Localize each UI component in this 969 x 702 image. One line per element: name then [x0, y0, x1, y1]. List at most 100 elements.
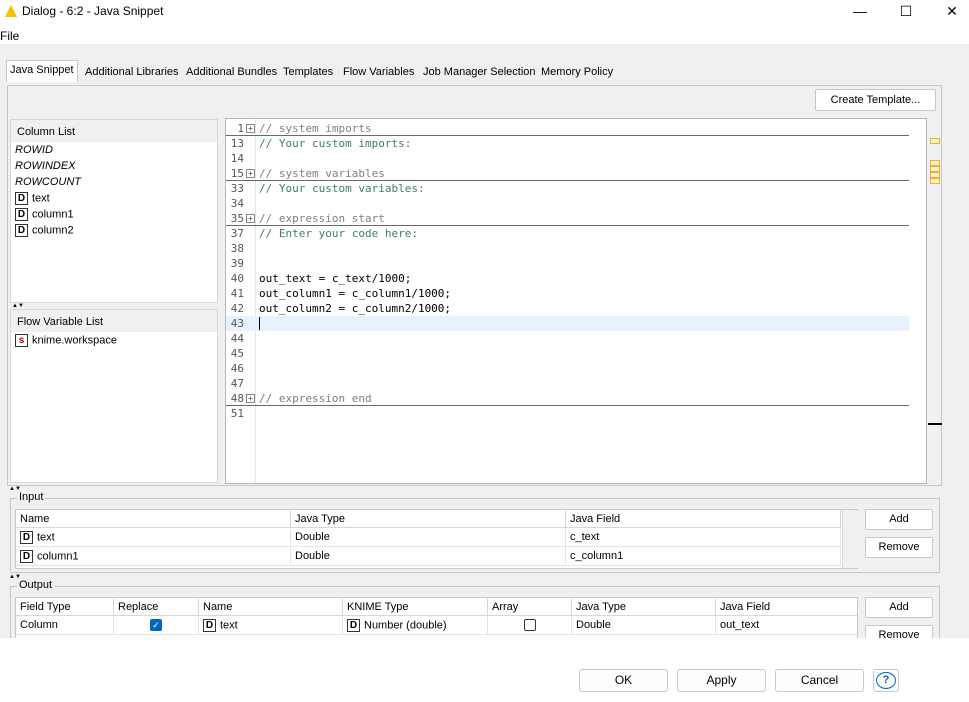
- output-cell-java-field[interactable]: out_text: [716, 616, 857, 635]
- code-line[interactable]: 34: [226, 196, 909, 211]
- code-line[interactable]: 37 // Enter your code here:: [226, 226, 909, 241]
- input-cell-java-field[interactable]: c_text: [566, 528, 841, 547]
- editor-overview-ruler[interactable]: [928, 118, 942, 484]
- code-line[interactable]: 38: [226, 241, 909, 256]
- code-line[interactable]: 13 // Your custom imports:: [226, 136, 909, 151]
- guarded-block-marker[interactable]: [930, 178, 940, 184]
- input-cell-java-type[interactable]: Double: [291, 547, 566, 566]
- code-line[interactable]: 33 // Your custom variables:: [226, 181, 909, 196]
- table-cell[interactable]: Dtext: [16, 528, 291, 547]
- code-line[interactable]: 40 out_text = c_text/1000;: [226, 271, 909, 286]
- code-line[interactable]: 48 + // expression end: [226, 391, 909, 406]
- ok-button[interactable]: OK: [579, 669, 668, 692]
- code-line[interactable]: 1 + // system imports: [226, 121, 909, 136]
- replace-checkbox[interactable]: ✓: [150, 619, 162, 632]
- tab-job-manager-selection[interactable]: Job Manager Selection: [419, 62, 540, 82]
- code-line[interactable]: 43: [226, 316, 909, 331]
- input-cell-java-field[interactable]: c_column1: [566, 547, 841, 566]
- input-add-button[interactable]: Add: [865, 509, 933, 530]
- input-header-java-field[interactable]: Java Field: [566, 510, 841, 528]
- cancel-button[interactable]: Cancel: [775, 669, 864, 692]
- line-number: 45: [230, 347, 244, 360]
- help-button[interactable]: ?: [873, 669, 899, 692]
- guarded-block-marker[interactable]: [930, 138, 940, 144]
- code-line[interactable]: 41 out_column1 = c_column1/1000;: [226, 286, 909, 301]
- column-item-rowcount[interactable]: ROWCOUNT: [15, 176, 81, 192]
- output-header-replace[interactable]: Replace: [114, 598, 199, 616]
- tab-additional-bundles[interactable]: Additional Bundles: [182, 62, 281, 82]
- output-remove-button[interactable]: Remove: [865, 625, 933, 638]
- tab-java-snippet[interactable]: Java Snippet: [6, 60, 78, 82]
- output-header-java-type[interactable]: Java Type: [572, 598, 716, 616]
- fold-expand-icon[interactable]: +: [246, 394, 255, 403]
- code-text: // Enter your code here:: [259, 227, 418, 240]
- column-item-rowid[interactable]: ROWID: [15, 144, 53, 160]
- output-header-array[interactable]: Array: [488, 598, 572, 616]
- close-button[interactable]: ✕: [932, 0, 969, 22]
- code-text: // Your custom imports:: [259, 137, 412, 150]
- code-text: // expression start: [259, 212, 385, 225]
- code-line[interactable]: 51: [226, 406, 909, 421]
- code-line[interactable]: 47: [226, 376, 909, 391]
- menu-file[interactable]: File: [0, 29, 19, 43]
- fold-expand-icon[interactable]: +: [246, 124, 255, 133]
- column-item-text[interactable]: Dtext: [15, 192, 50, 208]
- input-header-java-type[interactable]: Java Type: [291, 510, 566, 528]
- table-cell[interactable]: Dcolumn1: [16, 547, 291, 566]
- tab-flow-variables[interactable]: Flow Variables: [339, 62, 418, 82]
- maximize-button[interactable]: ☐: [886, 0, 926, 22]
- line-number: 38: [230, 242, 244, 255]
- output-header-java-field[interactable]: Java Field: [716, 598, 857, 616]
- column-list-header: Column List: [11, 120, 217, 142]
- code-line[interactable]: 15 + // system variables: [226, 166, 909, 181]
- code-line[interactable]: 46: [226, 361, 909, 376]
- output-cell-field-type[interactable]: Column: [16, 616, 114, 635]
- output-header-name[interactable]: Name: [199, 598, 343, 616]
- double-type-icon: D: [15, 192, 28, 205]
- input-table-scrollbar[interactable]: [842, 510, 858, 568]
- input-cell-java-type[interactable]: Double: [291, 528, 566, 547]
- double-type-icon: D: [15, 224, 28, 237]
- tab-additional-libraries[interactable]: Additional Libraries: [81, 62, 183, 82]
- tab-memory-policy[interactable]: Memory Policy: [537, 62, 617, 82]
- code-editor[interactable]: 1 +// system imports 13// Your custom impo…: [225, 118, 927, 484]
- output-cell-java-type[interactable]: Double: [572, 616, 716, 635]
- column-item-column2[interactable]: Dcolumn2: [15, 224, 74, 240]
- line-number: 41: [230, 287, 244, 300]
- code-text: // system imports: [259, 122, 372, 135]
- table-cell[interactable]: [488, 616, 572, 635]
- output-add-button[interactable]: Add: [865, 597, 933, 618]
- flow-variable-item-knime-workspace[interactable]: s knime.workspace: [15, 334, 117, 350]
- input-remove-button[interactable]: Remove: [865, 537, 933, 558]
- table-cell[interactable]: D Number (double): [343, 616, 488, 635]
- array-checkbox[interactable]: [523, 619, 536, 632]
- line-number: 44: [230, 332, 244, 345]
- output-cell-name: text: [220, 619, 238, 632]
- create-template-button[interactable]: Create Template...: [815, 89, 936, 111]
- code-line[interactable]: 14: [226, 151, 909, 166]
- line-number: 34: [230, 197, 244, 210]
- line-number: 33: [230, 182, 244, 195]
- scroll-position-marker[interactable]: [928, 423, 942, 425]
- code-line[interactable]: 39: [226, 256, 909, 271]
- fold-expand-icon[interactable]: +: [246, 214, 255, 223]
- code-line[interactable]: 44: [226, 331, 909, 346]
- code-text: out_text = c_text/1000;: [259, 272, 412, 285]
- column-item-column1[interactable]: Dcolumn1: [15, 208, 74, 224]
- line-number: 48: [230, 392, 244, 405]
- tab-templates[interactable]: Templates: [279, 62, 337, 82]
- line-number: 35: [230, 212, 244, 225]
- fold-expand-icon[interactable]: +: [246, 169, 255, 178]
- output-header-knime-type[interactable]: KNIME Type: [343, 598, 488, 616]
- code-text: // Your custom variables:: [259, 182, 425, 195]
- apply-button[interactable]: Apply: [677, 669, 766, 692]
- table-cell[interactable]: Dtext: [199, 616, 343, 635]
- code-line[interactable]: 35 + // expression start: [226, 211, 909, 226]
- output-header-field-type[interactable]: Field Type: [16, 598, 114, 616]
- column-item-rowindex[interactable]: ROWINDEX: [15, 160, 76, 176]
- minimize-button[interactable]: —: [840, 0, 880, 22]
- code-line[interactable]: 45: [226, 346, 909, 361]
- code-line[interactable]: 42 out_column2 = c_column2/1000;: [226, 301, 909, 316]
- table-cell[interactable]: ✓: [114, 616, 199, 635]
- input-header-name[interactable]: Name: [16, 510, 291, 528]
